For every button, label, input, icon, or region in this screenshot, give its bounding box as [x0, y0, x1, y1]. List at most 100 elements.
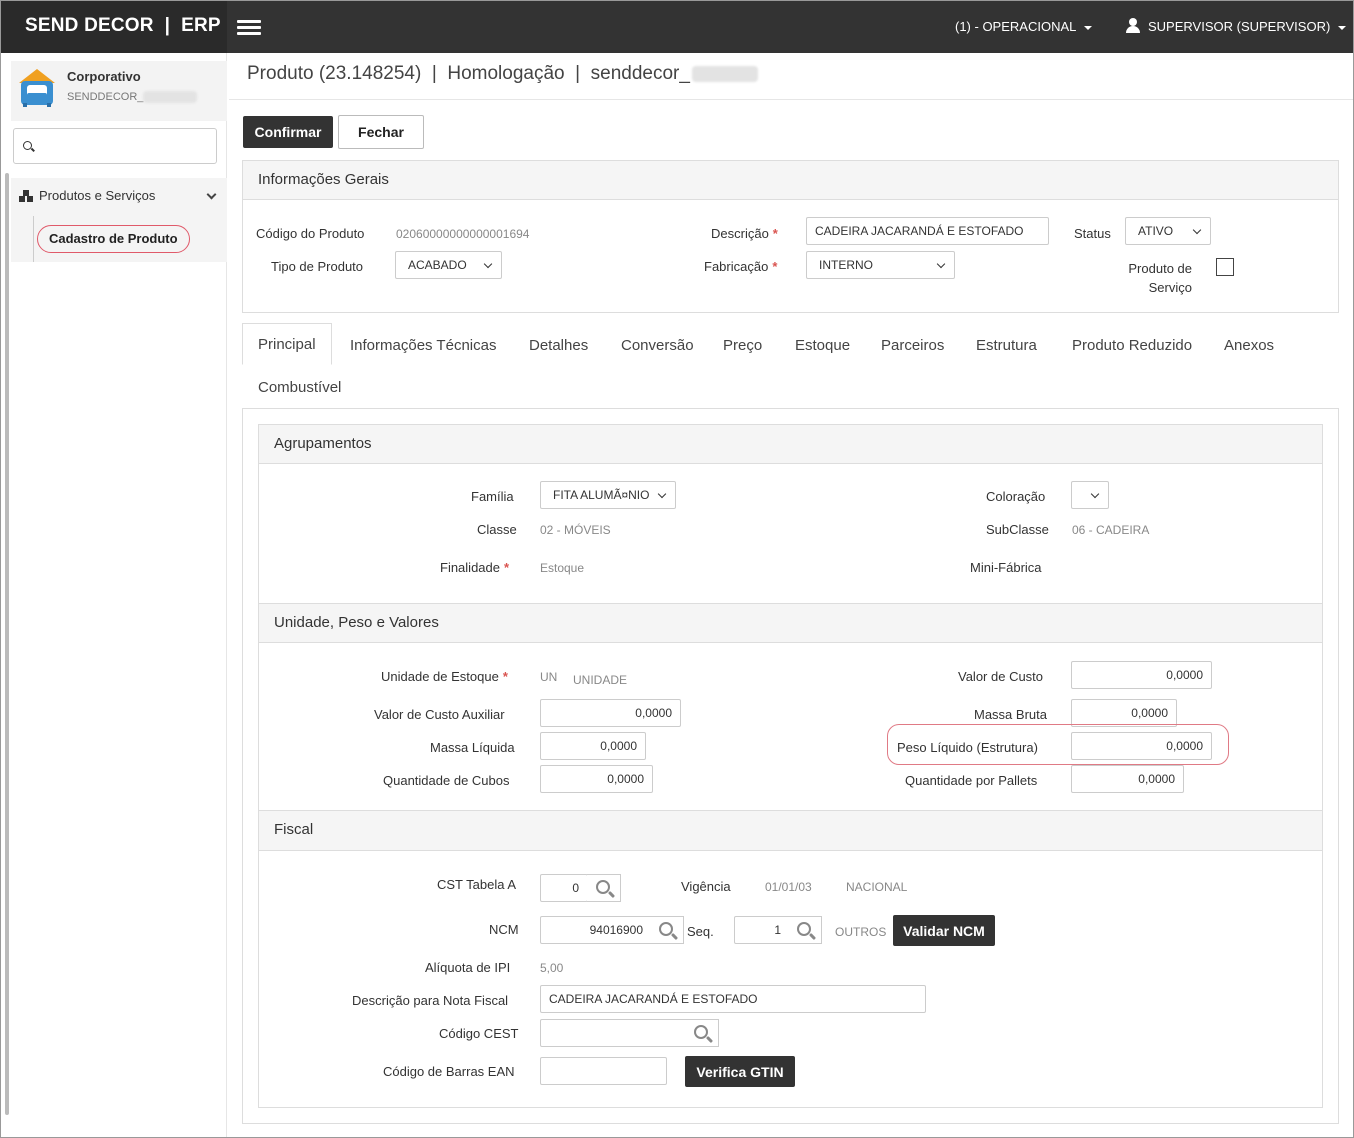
- cest-label: Código CEST: [439, 1026, 519, 1041]
- codigo-label: Código do Produto: [256, 226, 365, 241]
- sidebar: Corporativo SENDDECOR_ Produtos e Serviç…: [1, 53, 227, 1137]
- tab-parceiros[interactable]: Parceiros: [881, 337, 944, 354]
- sidebar-item-cadastro-produto[interactable]: Cadastro de Produto: [37, 225, 190, 253]
- panel-header: Agrupamentos: [259, 425, 1322, 464]
- descricao-label-text: Descrição: [711, 226, 769, 241]
- ean-input[interactable]: [540, 1057, 667, 1085]
- company-name: Corporativo: [67, 69, 141, 84]
- cest-search-button[interactable]: [685, 1019, 719, 1047]
- classe-value: 02 - MÓVEIS: [540, 523, 611, 537]
- ean-label: Código de Barras EAN: [383, 1064, 515, 1079]
- verifica-gtin-button[interactable]: Verifica GTIN: [685, 1056, 795, 1087]
- menu-tree-line: [33, 216, 34, 262]
- custo-input[interactable]: 0,0000: [1071, 661, 1212, 689]
- panel-header: Fiscal: [259, 811, 1322, 851]
- ncm-input[interactable]: 94016900: [540, 916, 652, 944]
- tab-combustivel[interactable]: Combustível: [258, 379, 341, 396]
- cest-input[interactable]: [540, 1019, 687, 1047]
- confirm-button[interactable]: Confirmar: [243, 116, 333, 148]
- seq-input[interactable]: 1: [734, 916, 790, 944]
- unidade-name: UNIDADE: [573, 673, 628, 687]
- sidebar-scrollbar[interactable]: [5, 173, 9, 1115]
- coloracao-select[interactable]: [1071, 481, 1109, 509]
- fabricacao-label-text: Fabricação: [704, 259, 769, 274]
- cubes-icon: [19, 189, 33, 202]
- tab-conversao[interactable]: Conversão: [621, 337, 694, 354]
- nf-desc-label: Descrição para Nota Fiscal: [352, 993, 509, 1008]
- status-select[interactable]: ATIVO: [1125, 217, 1211, 245]
- caret-down-icon: [1338, 25, 1347, 30]
- servico-label-line1: Produto de: [1128, 261, 1192, 276]
- fabricacao-select[interactable]: INTERNO: [806, 251, 955, 279]
- unidade-code: UN: [540, 670, 558, 684]
- servico-label: Produto de Serviço: [1111, 259, 1192, 297]
- company-card: Corporativo SENDDECOR_: [11, 61, 227, 121]
- tab-anexos[interactable]: Anexos: [1224, 337, 1274, 354]
- user-menu[interactable]: SUPERVISOR (SUPERVISOR): [1126, 18, 1347, 35]
- cst-input[interactable]: 0: [540, 874, 588, 902]
- agrupamentos-panel: Agrupamentos: [258, 424, 1323, 604]
- chevron-down-icon[interactable]: [206, 189, 217, 200]
- close-button[interactable]: Fechar: [338, 115, 424, 149]
- tab-principal[interactable]: Principal: [242, 323, 332, 365]
- finalidade-label-text: Finalidade: [440, 560, 500, 575]
- descricao-input[interactable]: CADEIRA JACARANDÁ E ESTOFADO: [806, 217, 1049, 245]
- fabricacao-label: Fabricação *: [704, 259, 778, 274]
- redacted-blur: [143, 91, 198, 104]
- validar-ncm-button[interactable]: Validar NCM: [893, 915, 995, 946]
- ipi-label: Alíquota de IPI: [425, 960, 511, 975]
- finalidade-value: Estoque: [540, 561, 585, 575]
- unidade-label-text: Unidade de Estoque: [381, 669, 499, 684]
- status-label: Status: [1074, 226, 1111, 241]
- subclasse-value: 06 - CADEIRA: [1072, 523, 1150, 537]
- massa-bruta-input[interactable]: 0,0000: [1071, 699, 1177, 727]
- tab-preco[interactable]: Preço: [723, 337, 762, 354]
- servico-checkbox[interactable]: [1216, 258, 1234, 276]
- cubos-input[interactable]: 0,0000: [540, 765, 653, 793]
- tipo-select[interactable]: ACABADO: [395, 251, 502, 279]
- tab-estrutura[interactable]: Estrutura: [976, 337, 1037, 354]
- ncm-search-button[interactable]: [650, 916, 684, 944]
- custo-aux-input[interactable]: 0,0000: [540, 699, 681, 727]
- menu-group-produtos[interactable]: Produtos e Serviços Cadastro de Produto: [11, 178, 227, 262]
- massa-liquida-label: Massa Líquida: [430, 740, 515, 755]
- subclasse-label: SubClasse: [986, 522, 1049, 537]
- massa-bruta-label: Massa Bruta: [974, 707, 1047, 722]
- familia-label: Família: [471, 489, 514, 504]
- company-code: SENDDECOR_: [67, 91, 198, 104]
- pallets-label: Quantidade por Pallets: [905, 773, 1038, 788]
- user-icon: [1126, 18, 1140, 34]
- menu-toggle-icon[interactable]: [237, 20, 261, 36]
- search-icon: [596, 880, 610, 894]
- classe-label: Classe: [477, 522, 517, 537]
- cst-search-button[interactable]: [587, 874, 621, 902]
- company-selector[interactable]: (1) - OPERACIONAL: [955, 19, 1093, 34]
- company-label: (1) - OPERACIONAL: [955, 19, 1077, 34]
- menu-group-label: Produtos e Serviços: [39, 188, 156, 203]
- sidebar-search-input[interactable]: [40, 135, 210, 157]
- panel-header: Unidade, Peso e Valores: [259, 604, 1322, 643]
- sidebar-search[interactable]: [13, 128, 217, 164]
- page-title-text: Produto (23.148254) | Homologação | send…: [247, 63, 690, 84]
- tab-produto-reduzido[interactable]: Produto Reduzido: [1072, 337, 1192, 354]
- menu-group-header[interactable]: Produtos e Serviços: [19, 188, 155, 203]
- tab-detalhes[interactable]: Detalhes: [529, 337, 588, 354]
- cubos-label: Quantidade de Cubos: [383, 773, 510, 788]
- vigencia-origin: NACIONAL: [846, 880, 908, 894]
- company-code-text: SENDDECOR_: [67, 91, 144, 103]
- custo-label: Valor de Custo: [958, 669, 1044, 684]
- massa-liquida-input[interactable]: 0,0000: [540, 732, 646, 760]
- page-title: Produto (23.148254) | Homologação | send…: [247, 63, 758, 85]
- codigo-value: 02060000000000001694: [396, 227, 530, 241]
- seq-search-button[interactable]: [788, 916, 822, 944]
- search-icon: [797, 922, 811, 936]
- cst-label: CST Tabela A: [437, 877, 517, 892]
- nf-desc-input[interactable]: CADEIRA JACARANDÁ E ESTOFADO: [540, 985, 926, 1013]
- tab-informacoes-tecnicas[interactable]: Informações Técnicas: [350, 337, 496, 354]
- pallets-input[interactable]: 0,0000: [1071, 765, 1184, 793]
- ncm-label: NCM: [489, 922, 519, 937]
- familia-select[interactable]: FITA ALUMÃ¤NIO: [540, 481, 676, 509]
- custo-aux-label: Valor de Custo Auxiliar: [374, 707, 505, 722]
- peso-liquido-input[interactable]: 0,0000: [1071, 732, 1212, 760]
- tab-estoque[interactable]: Estoque: [795, 337, 850, 354]
